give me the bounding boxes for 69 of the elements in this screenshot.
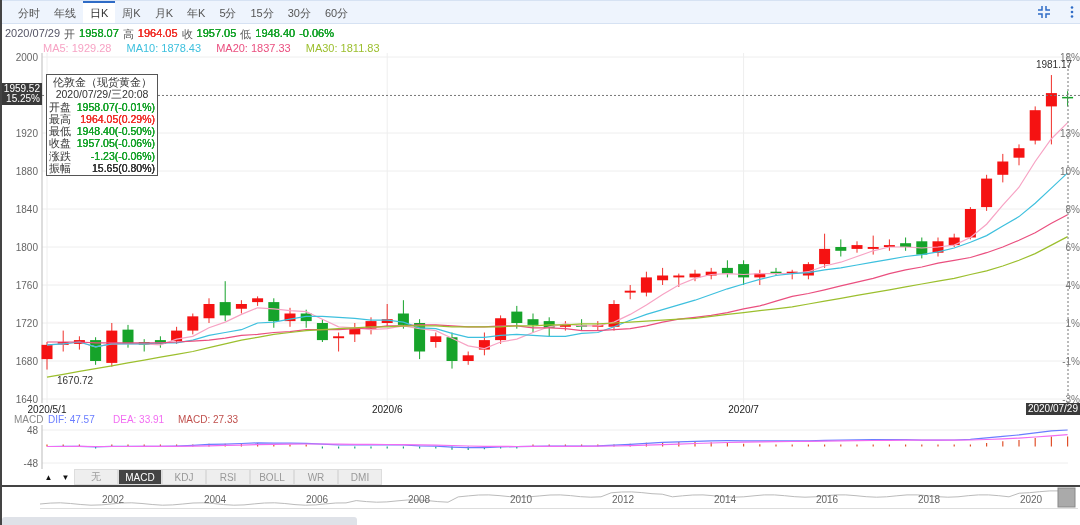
- tooltip-date: 2020/07/29/三20:08: [55, 88, 149, 101]
- date-label: 2020/7: [728, 404, 759, 415]
- quote-date: 2020/07/29: [5, 27, 61, 41]
- ma-legend: MA10: 1878.43: [126, 42, 202, 54]
- indicator-value: DEA: 33.91: [113, 415, 166, 425]
- year-label: 2016: [815, 494, 839, 505]
- date-label: 2020/5/1: [27, 404, 67, 415]
- year-label: 2012: [611, 494, 635, 505]
- price-value: 1959.52: [3, 84, 40, 94]
- axis-label: 1800: [15, 241, 38, 253]
- axis-label: 48: [26, 425, 38, 436]
- year-label: 2004: [203, 494, 227, 505]
- percent-label: 8%: [1065, 203, 1080, 215]
- percent-label: -1%: [1062, 355, 1080, 367]
- percent-label: -3%: [1062, 393, 1080, 405]
- quote-value: -0.06%: [299, 27, 334, 41]
- axis-label: -48: [23, 457, 38, 469]
- ma-legend: MA30: 1811.83: [305, 42, 380, 54]
- axis-label: 1720: [15, 317, 38, 329]
- tooltip-label: 振幅: [49, 162, 71, 175]
- percent-label: 6%: [1065, 241, 1080, 253]
- tooltip-value: 1958.07(-0.01%): [76, 100, 155, 113]
- percent-label: 10%: [1060, 165, 1080, 177]
- tooltip-value: 15.65(0.80%): [91, 162, 155, 175]
- percent-label: 4%: [1065, 279, 1080, 291]
- axis-label: 1920: [15, 127, 38, 139]
- date-tag: 2020/07/29: [1025, 403, 1080, 415]
- quote-value: 1958.07: [79, 27, 119, 41]
- tooltip-label: 涨跌: [49, 149, 71, 163]
- tooltip-value: 1964.05(0.29%): [80, 112, 155, 126]
- year-label: 2002: [101, 494, 125, 505]
- axis-label: 1640: [15, 393, 38, 405]
- quote-value: 1948.40: [255, 27, 296, 41]
- percent-label: 1%: [1065, 317, 1080, 329]
- min-label: 1670.72: [57, 375, 94, 386]
- indicator-value: DIF: 47.57: [48, 415, 96, 425]
- year-label: 2010: [509, 494, 533, 505]
- quote-label: 低: [240, 27, 252, 42]
- year-label: 2006: [305, 494, 329, 505]
- year-label: 2018: [917, 494, 941, 505]
- quote-value: 1957.05: [196, 27, 237, 41]
- tooltip-value: -1.23(-0.06%): [90, 149, 155, 163]
- ma-legend: MA20: 1837.33: [216, 42, 291, 54]
- percent-label: 13%: [1060, 127, 1080, 139]
- axis-label: 1840: [15, 203, 38, 215]
- max-label: 1981.17: [1035, 59, 1073, 70]
- change-value: 15.25%: [6, 94, 40, 104]
- ma-legend: MA5: 1929.28: [43, 42, 112, 54]
- quote-label: 开: [64, 27, 76, 42]
- axis-label: 1880: [15, 165, 38, 177]
- axis-label: 1760: [15, 279, 38, 291]
- indicator-value: MACD: 27.33: [178, 415, 240, 425]
- tooltip-label: 最高: [49, 112, 71, 126]
- tooltip-label: 开盘: [49, 100, 71, 113]
- axis-label: 1680: [15, 355, 38, 367]
- tooltip-value: 1948.40(-0.50%): [76, 125, 155, 138]
- year-label: 2020: [1019, 494, 1043, 505]
- indicator-title: MACD: [14, 415, 45, 425]
- quote-label: 高: [122, 27, 134, 42]
- tooltip-title: 伦敦金（现货黄金）: [52, 76, 152, 89]
- quote-value: 1964.05: [137, 27, 178, 41]
- tooltip-label: 收盘: [49, 137, 71, 150]
- date-label: 2020/6: [371, 404, 403, 415]
- axis-label: 2000: [15, 53, 38, 63]
- year-label: 2014: [713, 494, 737, 505]
- tooltip-label: 最低: [49, 125, 71, 138]
- quote-label: 收: [181, 27, 193, 42]
- tooltip-value: 1957.05(-0.06%): [76, 137, 155, 150]
- year-label: 2008: [407, 494, 431, 505]
